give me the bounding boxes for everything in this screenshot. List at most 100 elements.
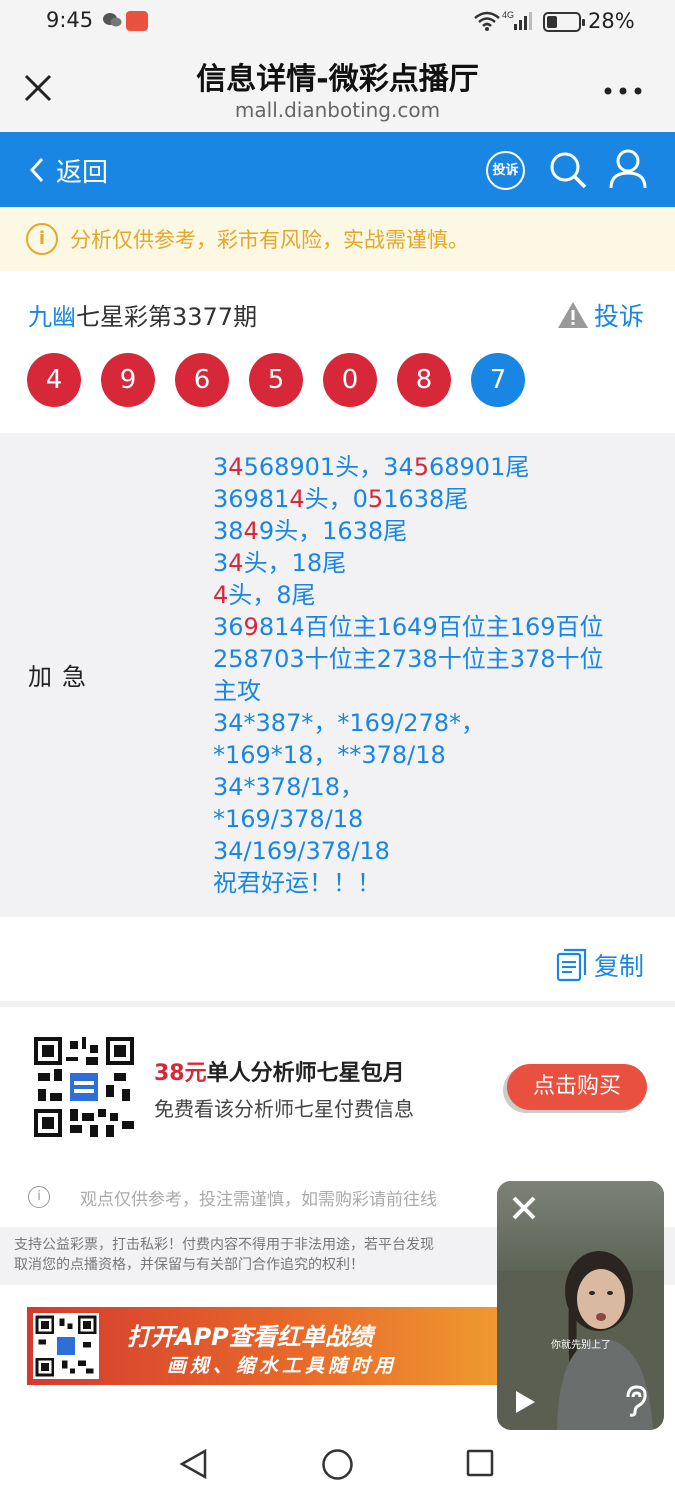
page-title: 信息详情-微彩点播厅 — [196, 62, 479, 97]
number-ball: 5 — [249, 353, 303, 407]
prediction-text: 568901头，34 — [243, 453, 414, 481]
prediction-text: 祝君好运！！！ — [213, 869, 381, 897]
prediction-line: 3849头，1638尾 — [213, 515, 643, 547]
battery-icon — [543, 12, 585, 32]
prediction-lines: 34568901头，34568901尾 369814头，051638尾 3849头，… — [213, 451, 643, 899]
prediction-text: 主攻 — [213, 677, 261, 705]
browser-title-bar: 信息详情-微彩点播厅 mall.dianboting.com — [0, 44, 675, 132]
page-url: mall.dianboting.com — [234, 98, 441, 122]
system-navigation-bar — [0, 1430, 675, 1500]
banner-subtitle: 画规、缩水工具随时用 — [167, 1355, 398, 1377]
prediction-text: 9头，1638尾 — [258, 517, 408, 545]
complain-button[interactable]: 投诉 — [486, 151, 525, 190]
status-time: 9:45 — [46, 8, 94, 32]
hit-digit: 4 — [228, 453, 244, 481]
promo-subtitle: 免费看该分析师七星付费信息 — [154, 1097, 414, 1121]
prediction-text: 34/169/378/18 — [213, 837, 390, 865]
close-icon[interactable] — [511, 1195, 537, 1221]
prediction-line: 34*387*，*169/278*， — [213, 707, 643, 739]
back-nav-icon[interactable] — [178, 1448, 208, 1480]
prediction-text: 258703十位主2738十位主378十位 — [213, 645, 604, 673]
back-button[interactable]: 返回 — [28, 150, 108, 190]
prediction-line: 34*378/18， — [213, 771, 643, 803]
prediction-text: 3 — [213, 549, 229, 577]
prediction-line: 主攻 — [213, 675, 643, 707]
prediction-text: 3 — [213, 453, 229, 481]
number-ball: 9 — [101, 353, 155, 407]
prediction-line: *169/378/18 — [213, 803, 643, 835]
copy-row: 复制 — [0, 917, 675, 1001]
app-notification-icon — [126, 11, 148, 31]
number-ball: 0 — [323, 353, 377, 407]
prediction-text: *169/378/18 — [213, 805, 364, 833]
draw-header: 九幽七星彩第3377期 投诉 4965087 — [0, 271, 675, 433]
copy-label: 复制 — [594, 952, 645, 981]
number-ball: 4 — [27, 353, 81, 407]
hit-digit: 5 — [367, 485, 384, 513]
prediction-text: 头，18尾 — [243, 549, 347, 577]
prediction-text: 36 — [213, 613, 244, 641]
prediction-line: 祝君好运！！！ — [213, 867, 643, 899]
prediction-text: *169*18，**378/18 — [213, 741, 446, 769]
copy-icon — [556, 948, 587, 982]
disclaimer-text: 观点仅供参考，投注需谨慎，如需购彩请前往线 — [80, 1189, 437, 1210]
back-label: 返回 — [56, 157, 109, 188]
hit-digit: 9 — [243, 613, 259, 641]
analyst-name[interactable]: 九幽 — [28, 303, 76, 331]
buy-button[interactable]: 点击购买 — [507, 1064, 647, 1110]
prediction-text: 814百位主1649百位主169百位 — [258, 613, 604, 641]
battery-percent: 28% — [588, 9, 635, 33]
play-icon[interactable] — [513, 1389, 537, 1415]
hit-digit: 5 — [413, 453, 429, 481]
draw-issue: 七星彩第3377期 — [76, 303, 258, 331]
chevron-left-icon — [29, 157, 44, 183]
prediction-text: 38 — [213, 517, 244, 545]
wechat-icon — [103, 13, 122, 27]
promo-title: 38元单人分析师七星包月 — [154, 1055, 405, 1087]
search-icon[interactable] — [548, 150, 588, 190]
floating-video-player[interactable]: 你就先别上了 — [497, 1181, 664, 1430]
prediction-text: 1638尾 — [383, 485, 469, 513]
prediction-text: 68901尾 — [429, 453, 530, 481]
risk-warning-banner: i 分析仅供参考，彩市有风险，实战需谨慎。 — [0, 207, 675, 271]
home-nav-icon[interactable] — [321, 1448, 354, 1481]
recents-nav-icon[interactable] — [465, 1448, 495, 1478]
user-icon[interactable] — [608, 148, 648, 190]
hearing-icon[interactable] — [621, 1385, 649, 1417]
hit-digit: 4 — [228, 549, 244, 577]
prediction-text: 36981 — [213, 485, 290, 513]
report-label: 投诉 — [594, 302, 645, 331]
content-label: 加急 — [28, 663, 96, 691]
prediction-line: 369814百位主1649百位主169百位 — [213, 611, 643, 643]
prediction-line: 34头，18尾 — [213, 547, 643, 579]
prediction-line: 258703十位主2738十位主378十位 — [213, 643, 643, 675]
promo-price: 38元 — [154, 1061, 207, 1086]
draw-title: 九幽七星彩第3377期 — [28, 297, 257, 332]
prediction-text: 34*387*，*169/278*， — [213, 709, 486, 737]
qr-code — [34, 1037, 134, 1137]
prediction-text: 头，8尾 — [228, 581, 316, 609]
open-app-banner[interactable]: 打开APP查看红单战绩 画规、缩水工具随时用 — [27, 1307, 527, 1385]
copy-button[interactable]: 复制 — [556, 947, 644, 983]
wifi-icon — [474, 11, 500, 31]
prediction-line: *169*18，**378/18 — [213, 739, 643, 771]
warning-triangle-icon — [558, 302, 588, 328]
hit-digit: 4 — [213, 581, 229, 609]
number-ball: 8 — [397, 353, 451, 407]
status-bar: 9:45 4G 28% — [0, 0, 675, 44]
warning-text: 分析仅供参考，彩市有风险，实战需谨慎。 — [70, 228, 469, 252]
prediction-line: 369814头，051638尾 — [213, 483, 643, 515]
hit-digit: 4 — [289, 485, 305, 513]
subscription-promo: 38元单人分析师七星包月 免费看该分析师七星付费信息 点击购买 — [0, 1007, 675, 1167]
prediction-text: 34*378/18， — [213, 773, 364, 801]
nav-bar: 返回 投诉 — [0, 132, 675, 207]
report-button[interactable]: 投诉 — [556, 297, 644, 333]
prediction-content: 加急 34568901头，34568901尾 369814头，051638尾 384… — [0, 433, 675, 917]
info-icon: i — [26, 223, 58, 255]
cell-signal-icon: 4G — [502, 10, 532, 30]
promo-plan: 单人分析师七星包月 — [206, 1061, 405, 1086]
prediction-text: 头，0 — [304, 485, 368, 513]
hit-digit: 4 — [243, 517, 259, 545]
qr-code — [33, 1313, 99, 1379]
more-options-icon[interactable] — [603, 86, 643, 96]
